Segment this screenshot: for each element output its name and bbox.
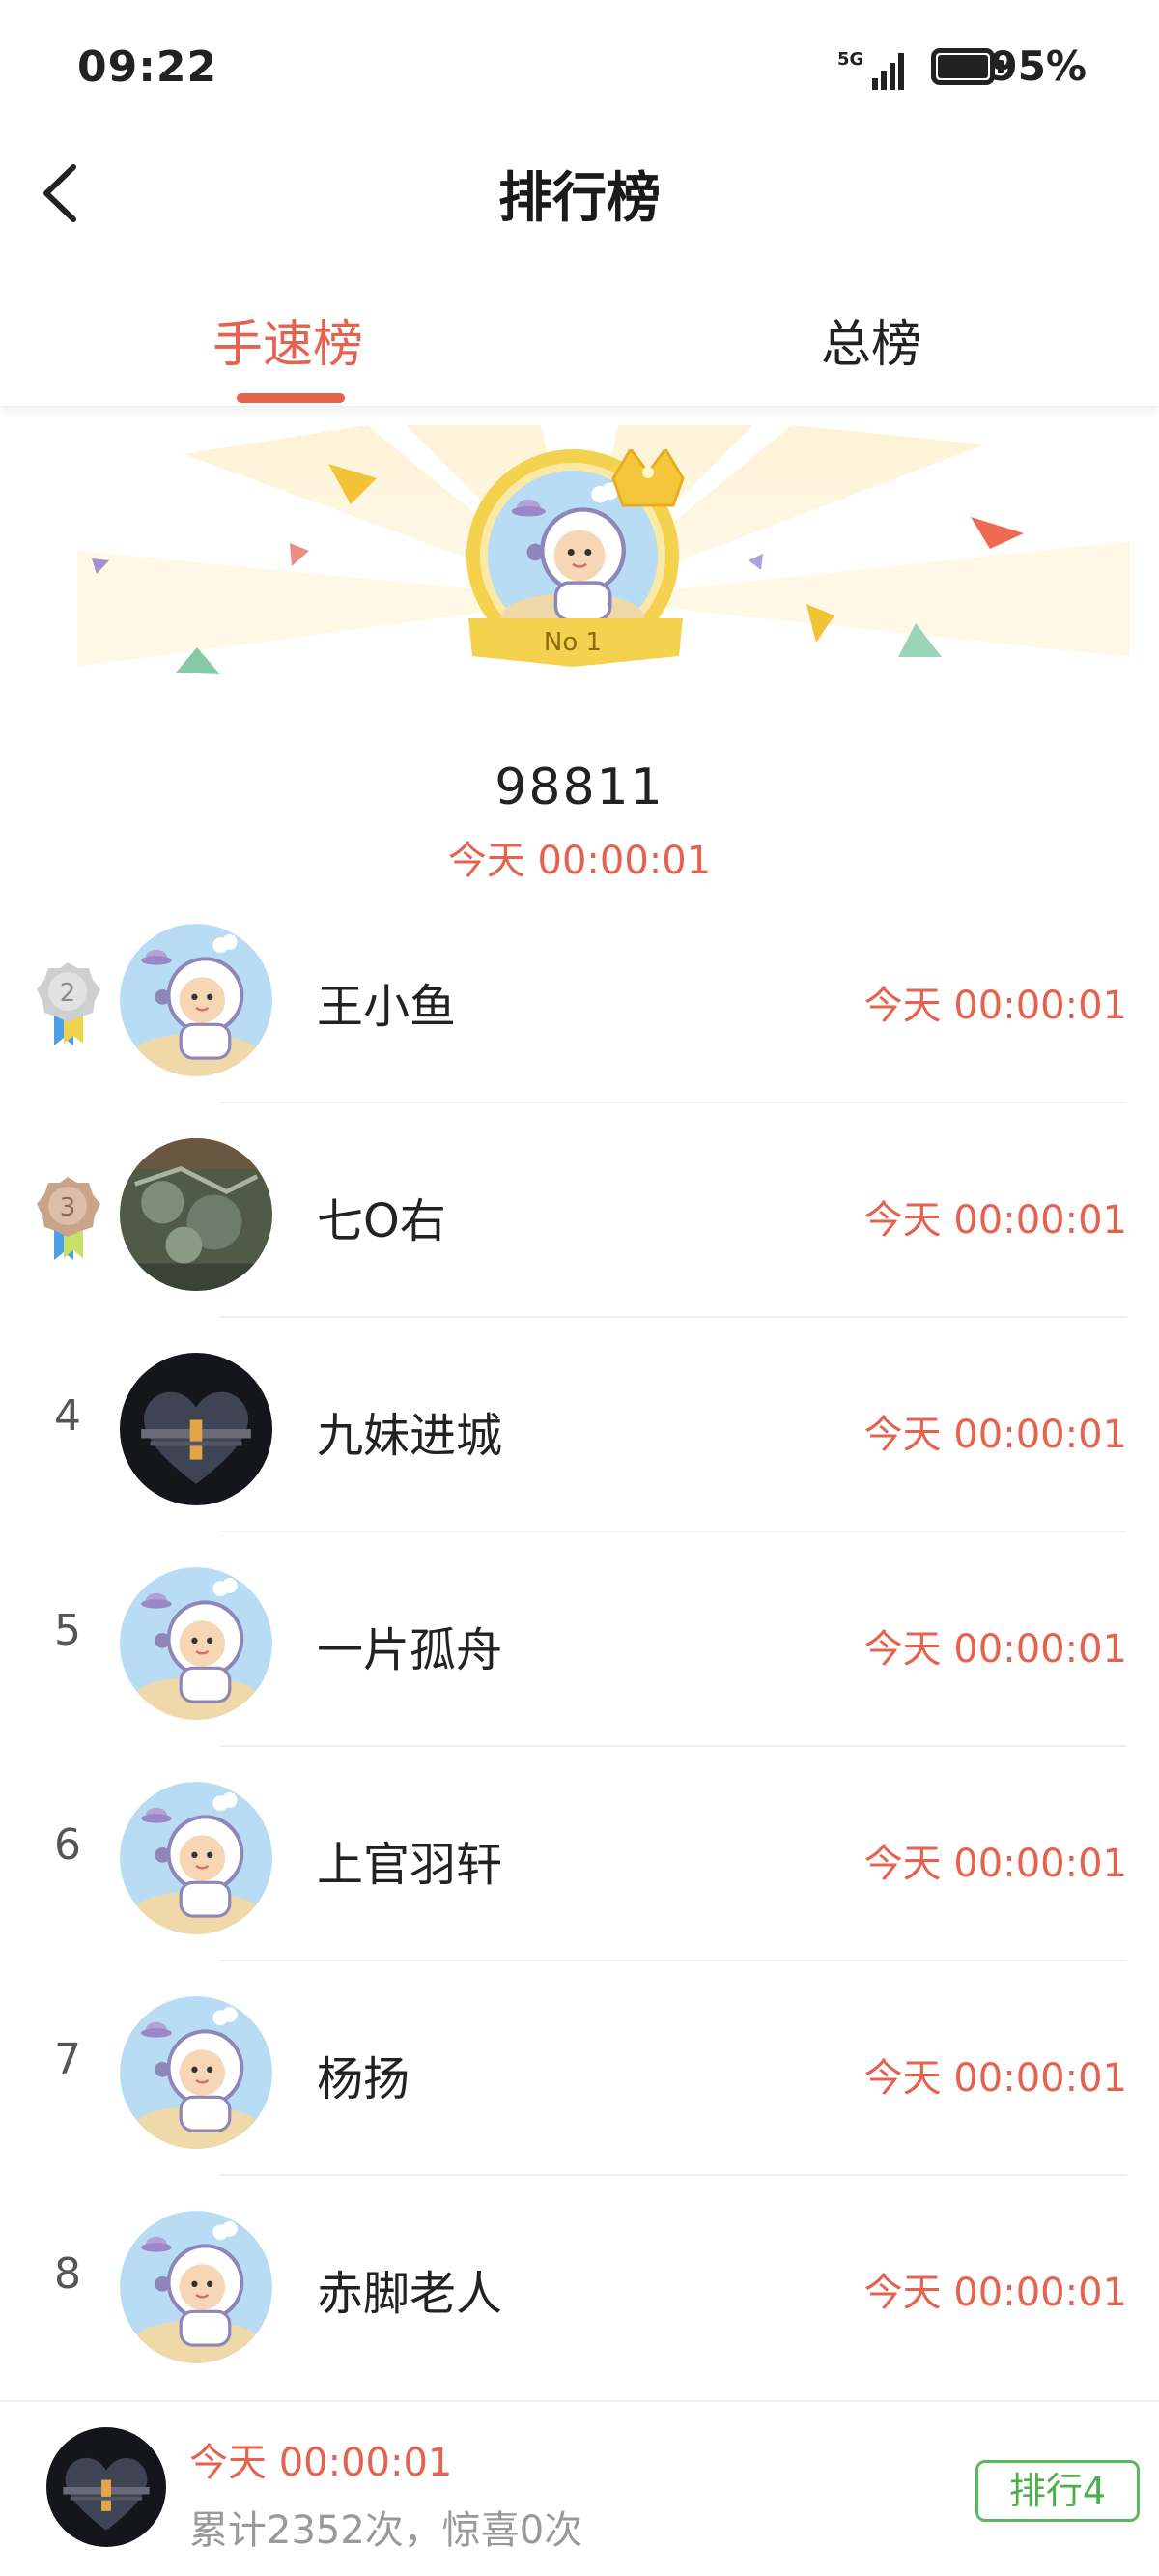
champion-time: 今天 00:00:01: [447, 839, 712, 883]
user-name: 一片孤舟: [317, 1623, 503, 1677]
user-time: 今天 00:00:01: [863, 2056, 1127, 2101]
page-title: 排行榜: [498, 167, 661, 230]
my-status-bar: 今天 00:00:01 累计2352次，惊喜0次 排行4: [0, 2400, 1159, 2576]
my-avatar[interactable]: [46, 2427, 166, 2547]
user-time: 今天 00:00:01: [863, 1413, 1127, 1457]
silver-medal-icon: 2: [37, 962, 100, 1045]
ranking-row[interactable]: 4 九妹进城 今天 00:00:01: [0, 1318, 1159, 1532]
ranking-row[interactable]: 8 赤脚老人 今天 00:00:01: [0, 2176, 1159, 2390]
champion-score: 98811: [495, 758, 664, 816]
ranking-row[interactable]: 5 一片孤舟 今天 00:00:01: [0, 1532, 1159, 1747]
champion-badge-label: No 1: [544, 628, 602, 657]
user-name: 七O右: [317, 1194, 446, 1248]
avatar[interactable]: [120, 2211, 272, 2363]
my-rank-button[interactable]: 排行4: [975, 2460, 1140, 2522]
network-type: 5G: [837, 49, 863, 70]
ranking-row[interactable]: 6 上官羽轩 今天 00:00:01: [0, 1747, 1159, 1961]
user-time: 今天 00:00:01: [863, 1198, 1127, 1243]
user-time: 今天 00:00:01: [863, 984, 1127, 1028]
user-name: 杨扬: [317, 2052, 410, 2106]
user-time: 今天 00:00:01: [863, 2271, 1127, 2315]
rank-number: 7: [54, 2035, 81, 2084]
rank-number: 4: [54, 1391, 81, 1441]
active-tab-indicator: [237, 393, 345, 403]
tab-bar: 手速榜 总榜: [0, 280, 1159, 407]
ranking-row[interactable]: 2 王小鱼 今天 00:00:01: [0, 889, 1159, 1103]
battery-percent: 95%: [989, 43, 1087, 90]
tab-speed-ranking[interactable]: 手速榜: [212, 303, 363, 376]
avatar[interactable]: [120, 1782, 272, 1934]
rank-number: 5: [54, 1606, 81, 1655]
champion-badge: No 1: [466, 449, 685, 667]
avatar[interactable]: [120, 1996, 272, 2149]
user-name: 王小鱼: [317, 980, 457, 1034]
status-time: 09:22: [77, 43, 218, 92]
user-time: 今天 00:00:01: [863, 1627, 1127, 1672]
ranking-row[interactable]: 3 七O右 今天 00:00:01: [0, 1103, 1159, 1318]
avatar[interactable]: [120, 1138, 272, 1291]
user-time: 今天 00:00:01: [863, 1842, 1127, 1886]
my-time: 今天 00:00:01: [189, 2441, 453, 2485]
svg-text:3: 3: [60, 1193, 76, 1222]
user-name: 赤脚老人: [317, 2267, 503, 2321]
tab-overall-ranking[interactable]: 总榜: [821, 303, 921, 376]
rank-number: 8: [54, 2249, 81, 2299]
champion-section: No 1 98811 今天 00:00:01: [0, 425, 1159, 889]
my-stats: 累计2352次，惊喜0次: [189, 2508, 583, 2553]
avatar[interactable]: [120, 1567, 272, 1720]
avatar[interactable]: [120, 924, 272, 1076]
user-name: 九妹进城: [317, 1409, 503, 1463]
user-name: 上官羽轩: [317, 1838, 503, 1892]
ranking-row[interactable]: 7 杨扬 今天 00:00:01: [0, 1961, 1159, 2176]
svg-text:2: 2: [60, 979, 76, 1008]
bronze-medal-icon: 3: [37, 1177, 100, 1260]
avatar[interactable]: [120, 1353, 272, 1505]
status-bar: 09:22 5G 95%: [0, 0, 1159, 135]
rank-number: 6: [54, 1820, 81, 1870]
signal-icon: 5G: [837, 49, 904, 90]
